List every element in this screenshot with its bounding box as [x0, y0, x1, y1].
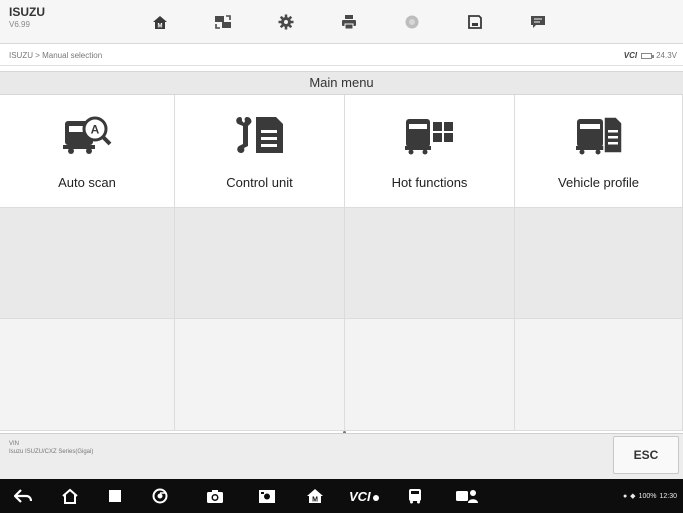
menu-cell-empty — [515, 208, 683, 319]
settings-button[interactable] — [254, 0, 317, 43]
maxisys-home-button[interactable]: M — [300, 479, 330, 513]
menu-cell-empty — [175, 208, 345, 319]
back-arrow-icon — [14, 489, 32, 503]
menu-cell-empty — [0, 208, 175, 319]
printer-icon — [341, 14, 356, 29]
svg-text:M: M — [312, 497, 318, 504]
vci-label: VCI — [623, 51, 638, 60]
data-logging-button[interactable] — [506, 0, 569, 43]
hot-functions-icon — [404, 119, 453, 155]
battery-level: 100% — [638, 492, 657, 500]
vehicle-description: Isuzu ISUZU/CXZ Series(Gigai) — [9, 449, 94, 455]
remote-support-icon — [456, 490, 478, 503]
camera-icon — [207, 489, 223, 503]
menu-cell-empty — [345, 319, 515, 431]
remote-support-button[interactable] — [450, 479, 484, 513]
browser-icon — [152, 488, 168, 504]
camera-button[interactable] — [200, 479, 230, 513]
main-menu-grid: A Auto scan Control unit Hot functions V… — [0, 95, 683, 431]
menu-cell-empty — [0, 319, 175, 431]
print-button[interactable] — [317, 0, 380, 43]
menu-item-hot-functions[interactable]: Hot functions — [345, 95, 515, 208]
vci-status: VCI 24.3V — [624, 51, 677, 60]
breadcrumb: ISUZU > Manual selection — [9, 51, 103, 60]
software-version: V6.99 — [9, 20, 30, 29]
menu-label: Hot functions — [391, 175, 468, 190]
house-icon — [62, 488, 78, 504]
menu-cell-empty — [345, 208, 515, 319]
location-icon: ● — [622, 492, 628, 500]
vehicle-profile-icon — [575, 116, 623, 155]
help-button[interactable] — [380, 0, 443, 43]
brightness-icon — [259, 489, 275, 503]
control-unit-icon — [235, 117, 283, 153]
maxisys-home-icon: M — [307, 489, 323, 504]
clock: 12:30 — [659, 492, 677, 500]
save-icon — [467, 14, 482, 29]
save-button[interactable] — [443, 0, 506, 43]
menu-item-control-unit[interactable]: Control unit — [175, 95, 345, 208]
top-toolbar: ISUZU V6.99 M — [0, 0, 683, 44]
browser-button[interactable] — [145, 479, 175, 513]
brand-block: ISUZU V6.99 — [0, 0, 128, 43]
svg-text:M: M — [157, 23, 162, 29]
svg-text:VCI: VCI — [349, 489, 371, 503]
system-status: ● ◆ 100% 12:30 — [622, 492, 677, 501]
breadcrumb-bar: ISUZU > Manual selection VCI 24.3V — [0, 44, 683, 66]
menu-item-vehicle-profile[interactable]: Vehicle profile — [515, 95, 683, 208]
menu-label: Auto scan — [58, 175, 116, 190]
screen-settings-button[interactable] — [252, 479, 282, 513]
vci-manager-button[interactable]: VCI — [345, 479, 383, 513]
page-title: Main menu — [0, 71, 683, 95]
help-icon — [405, 15, 418, 28]
vehicle-icon — [409, 489, 421, 504]
recent-apps-button[interactable] — [100, 479, 130, 513]
vehicle-swap-icon — [214, 14, 231, 29]
vehicle-info: VIN Isuzu ISUZU/CXZ Series(Gigai) — [9, 440, 93, 456]
svg-text:A: A — [91, 123, 100, 137]
diagnostic-screen: ISUZU V6.99 M ISUZU > Manual selection V… — [0, 0, 683, 513]
vehicle-info-bar: VIN Isuzu ISUZU/CXZ Series(Gigai) — [0, 433, 683, 479]
menu-label: Control unit — [226, 175, 293, 190]
home-toolbar-button[interactable]: M — [128, 0, 191, 43]
gear-icon — [278, 14, 293, 29]
wifi-icon: ◆ — [630, 493, 636, 500]
home-button[interactable] — [55, 479, 85, 513]
vehicle-button[interactable] — [400, 479, 430, 513]
recent-apps-icon — [109, 490, 121, 502]
home-icon: M — [152, 15, 167, 29]
battery-icon — [641, 52, 655, 59]
message-icon — [530, 15, 545, 28]
menu-cell-empty — [515, 319, 683, 431]
vin-label: VIN — [9, 441, 20, 447]
esc-button[interactable]: ESC — [613, 436, 679, 474]
brand-name: ISUZU — [9, 5, 45, 19]
menu-cell-empty — [175, 319, 345, 431]
menu-item-auto-scan[interactable]: A Auto scan — [0, 95, 175, 208]
auto-scan-icon: A — [63, 116, 112, 154]
menu-label: Vehicle profile — [558, 175, 639, 190]
back-button[interactable] — [8, 479, 38, 513]
voltage-readout: 24.3V — [656, 51, 677, 60]
vehicle-swap-button[interactable] — [191, 0, 254, 43]
vci-icon: VCI — [349, 489, 379, 503]
system-navigation-bar: M VCI ● ◆ 100% 12:30 — [0, 479, 683, 513]
